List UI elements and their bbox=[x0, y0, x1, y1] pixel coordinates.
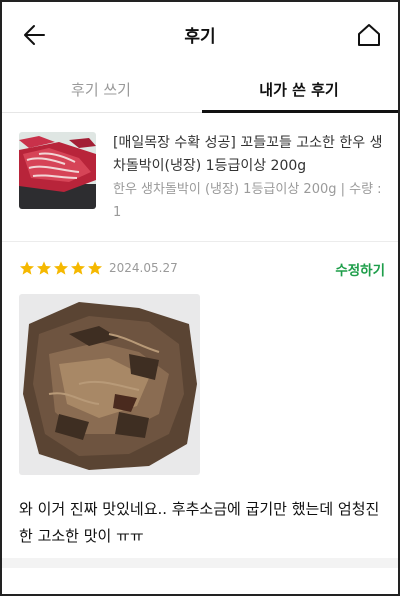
tab-write-review[interactable]: 후기 쓰기 bbox=[2, 66, 200, 113]
product-thumbnail bbox=[19, 132, 96, 209]
review-text: 와 이거 진짜 맛있네요.. 후추소금에 굽기만 했는데 엄청진한 고소한 맛이… bbox=[19, 500, 380, 545]
star-icon bbox=[54, 261, 68, 275]
product-summary[interactable]: [매일목장 수확 성공] 꼬들꼬들 고소한 한우 생차돌박이(냉장) 1등급이상… bbox=[2, 114, 398, 242]
star-icon bbox=[88, 261, 102, 275]
home-icon bbox=[358, 24, 380, 46]
star-icon bbox=[20, 261, 34, 275]
page-title: 후기 bbox=[184, 27, 216, 47]
review-tabs: 후기 쓰기 내가 쓴 후기 bbox=[2, 66, 398, 113]
star-rating bbox=[19, 260, 103, 278]
active-tab-indicator bbox=[202, 110, 398, 113]
section-divider bbox=[2, 558, 398, 568]
star-icon bbox=[71, 261, 85, 275]
review-card: 2024.05.27 수정하기 와 이거 진짜 맛있네요.. 후추소금에 굽기만… bbox=[2, 243, 398, 558]
review-date: 2024.05.27 bbox=[109, 261, 178, 275]
top-header: 후기 bbox=[2, 2, 398, 66]
product-option: 한우 생차돌박이 (냉장) 1등급이상 200g | 수량 : 1 bbox=[113, 182, 382, 220]
home-button[interactable] bbox=[354, 20, 384, 50]
review-photo[interactable] bbox=[19, 294, 200, 475]
product-name: [매일목장 수확 성공] 꼬들꼬들 고소한 한우 생차돌박이(냉장) 1등급이상… bbox=[113, 135, 383, 174]
tab-my-reviews[interactable]: 내가 쓴 후기 bbox=[200, 66, 398, 113]
edit-review-button[interactable]: 수정하기 bbox=[335, 259, 385, 279]
app-frame: 후기 후기 쓰기 내가 쓴 후기 [매일목장 수확 성공] 꼬들꼬들 고소한 한… bbox=[0, 0, 400, 596]
star-icon bbox=[37, 261, 51, 275]
